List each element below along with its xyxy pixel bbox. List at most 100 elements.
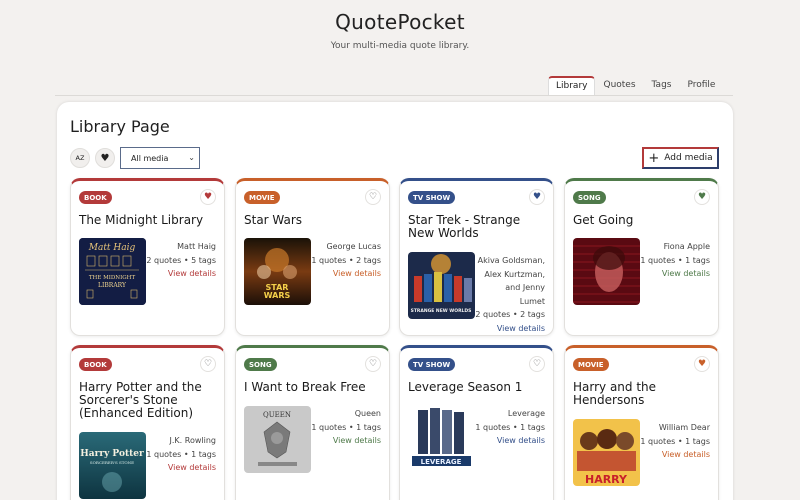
media-card-star-trek[interactable]: TV SHOW ♥ Star Trek - Strange New Worlds… [399,178,554,336]
card-meta: Akiva Goldsman, Alex Kurtzman, and Jenny… [475,254,545,335]
svg-text:Matt Haig: Matt Haig [88,243,136,253]
media-card-i-want-to-break-free[interactable]: SONG ♡ I Want to Break Free QUEEN Queen … [235,345,390,500]
view-details-link[interactable]: View details [640,267,710,281]
view-details-link[interactable]: View details [475,322,545,336]
card-stats: 1 quotes • 1 tags [640,255,710,265]
book-cover-image: Harry Potter SORCERER'S STONE [79,432,146,499]
card-meta: Matt Haig 2 quotes • 5 tags View details [146,240,216,281]
creator-line: and Jenny [505,283,545,292]
media-card-get-going[interactable]: SONG ♥ Get Going Fiona Apple 1 quotes • … [564,178,719,336]
heart-filled-icon: ♥ [532,192,542,202]
favorite-button[interactable]: ♡ [365,189,381,205]
tab-tags[interactable]: Tags [644,76,680,95]
view-details-link[interactable]: View details [311,434,381,448]
creator-name: Matt Haig [177,242,216,251]
favorite-button[interactable]: ♥ [694,189,710,205]
tab-quotes[interactable]: Quotes [595,76,643,95]
app-header: QuotePocket Your multi-media quote libra… [0,10,800,51]
view-details-link[interactable]: View details [311,267,381,281]
creator-name: J.K. Rowling [169,436,216,445]
creator-name: Leverage [507,409,545,418]
svg-text:WARS: WARS [264,291,291,300]
creator-name: Queen [354,409,381,418]
card-stats: 1 quotes • 1 tags [311,422,381,432]
svg-text:LIBRARY: LIBRARY [98,282,127,289]
svg-text:SORCERER'S STONE: SORCERER'S STONE [90,460,134,465]
favorite-button[interactable]: ♥ [529,189,545,205]
tv-show-cover-image: STRANGE NEW WORLDS [408,252,475,319]
card-stats: 1 quotes • 1 tags [146,449,216,459]
svg-text:STRANGE NEW WORLDS: STRANGE NEW WORLDS [411,308,472,314]
svg-text:QUEEN: QUEEN [263,411,291,419]
favorite-button[interactable]: ♥ [200,189,216,205]
favorite-button[interactable]: ♡ [529,356,545,372]
media-type-badge: BOOK [79,191,112,204]
media-type-badge: SONG [244,358,277,371]
cover-artwork: HARRY [573,419,640,486]
heart-outline-icon: ♡ [203,359,213,369]
tab-profile[interactable]: Profile [679,76,723,95]
creator-name: William Dear [658,423,710,432]
favorite-button[interactable]: ♡ [200,356,216,372]
add-media-label: Add media [664,153,713,163]
cover-artwork: Harry Potter SORCERER'S STONE [79,432,146,499]
card-meta: Queen 1 quotes • 1 tags View details [311,407,381,448]
tab-library[interactable]: Library [548,76,596,95]
creator-line: Akiva Goldsman, [477,256,545,265]
add-media-button[interactable]: + Add media [642,147,719,169]
nav-tabs: Library Quotes Tags Profile [548,76,723,95]
media-card-harry-potter[interactable]: BOOK ♡ Harry Potter and the Sorcerer's S… [70,345,225,500]
book-cover-image: Matt Haig THE MIDNIGHT LIBRARY [79,238,146,305]
creator-name: George Lucas [326,242,381,251]
card-title: I Want to Break Free [244,380,366,394]
media-type-badge: MOVIE [244,191,280,204]
media-card-leverage[interactable]: TV SHOW ♡ Leverage Season 1 LEVERAGE Lev… [399,345,554,500]
heart-icon: ♥ [100,152,110,164]
card-meta: J.K. Rowling 1 quotes • 1 tags View deta… [146,434,216,475]
media-type-select[interactable]: All media ⌄ [120,147,200,169]
creator-line: Lumet [519,296,545,306]
view-details-link[interactable]: View details [146,267,216,281]
card-stats: 1 quotes • 2 tags [311,255,381,265]
heart-filled-icon: ♥ [697,359,707,369]
card-meta: George Lucas 1 quotes • 2 tags View deta… [311,240,381,281]
card-title: Get Going [573,213,634,227]
media-type-badge: TV SHOW [408,191,456,204]
cover-artwork: QUEEN [244,406,311,473]
card-stats: 1 quotes • 1 tags [640,436,710,446]
album-cover-image [573,238,640,305]
card-stats: 2 quotes • 5 tags [146,255,216,265]
plus-icon: + [648,150,660,166]
cover-artwork: STAR WARS [244,238,311,305]
tabs-divider [55,95,733,96]
media-card-star-wars[interactable]: MOVIE ♡ Star Wars STAR WARS George Lucas… [235,178,390,336]
svg-text:Harry Potter: Harry Potter [80,449,144,459]
creator-name: Fiona Apple [663,242,710,251]
cover-artwork: Matt Haig THE MIDNIGHT LIBRARY [79,238,146,305]
creator-line: Alex Kurtzman, [484,269,545,279]
cover-artwork: STRANGE NEW WORLDS [408,252,475,319]
view-details-link[interactable]: View details [146,461,216,475]
card-title: Star Wars [244,213,303,227]
favorites-filter-button[interactable]: ♥ [95,148,115,168]
view-details-link[interactable]: View details [640,448,710,462]
media-card-midnight-library[interactable]: BOOK ♥ The Midnight Library Matt Haig TH… [70,178,225,336]
media-type-badge: TV SHOW [408,358,456,371]
heart-filled-icon: ♥ [203,192,213,202]
card-meta: Fiona Apple 1 quotes • 1 tags View detai… [640,240,710,281]
svg-text:HARRY: HARRY [585,473,628,486]
card-title: The Midnight Library [79,213,204,227]
media-type-badge: BOOK [79,358,112,371]
movie-poster-image: STAR WARS [244,238,311,305]
sort-az-button[interactable]: AZ [70,148,90,168]
heart-outline-icon: ♡ [368,359,378,369]
cover-artwork [573,238,640,305]
media-card-harry-and-the-hendersons[interactable]: MOVIE ♥ Harry and the Hendersons HARRY W… [564,345,719,500]
favorite-button[interactable]: ♡ [365,356,381,372]
svg-text:LEVERAGE: LEVERAGE [421,458,462,466]
card-title: Harry and the Hendersons [573,380,657,407]
movie-poster-image: HARRY [573,419,640,486]
view-details-link[interactable]: View details [475,434,545,448]
heart-filled-icon: ♥ [697,192,707,202]
favorite-button[interactable]: ♥ [694,356,710,372]
